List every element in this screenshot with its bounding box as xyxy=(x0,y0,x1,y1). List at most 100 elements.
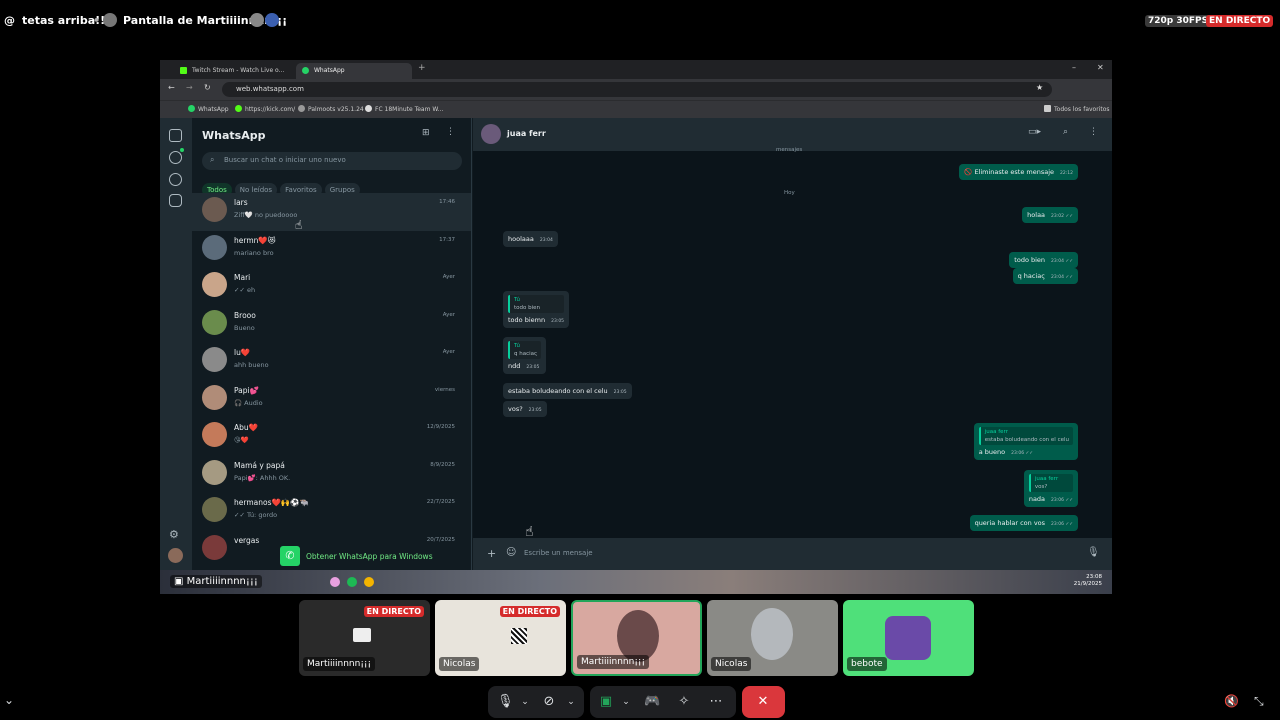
chevron-down-icon[interactable]: ⌄ xyxy=(517,694,533,710)
message-time: 23:05 xyxy=(551,319,565,324)
whatsapp-icon xyxy=(302,67,309,74)
new-tab-icon[interactable]: + xyxy=(418,63,426,73)
participant-tile[interactable]: Nicolas xyxy=(707,600,838,676)
search-input[interactable]: Buscar un chat o iniciar uno nuevo xyxy=(202,152,462,170)
page-icon xyxy=(365,105,372,112)
taskbar-app-icon[interactable] xyxy=(330,577,340,587)
outgoing-message[interactable]: queria hablar con vos 23:06 ✓✓ xyxy=(969,515,1078,531)
outgoing-message[interactable]: 🚫 Eliminaste este mensaje 22:12 xyxy=(959,164,1078,180)
message-composer: + ☺ Escribe un mensaje 🎙 xyxy=(473,538,1112,570)
quoted-message[interactable]: Tú q haciaς xyxy=(508,341,542,359)
volume-muted-icon[interactable]: 🔇 xyxy=(1224,694,1239,708)
outgoing-message[interactable]: holaa 23:02 ✓✓ xyxy=(1022,207,1078,223)
video-call-icon[interactable]: ▭▸ xyxy=(1028,127,1041,137)
chevron-down-icon[interactable]: ⌄ xyxy=(563,694,579,710)
close-window-icon[interactable]: ✕ xyxy=(1097,63,1104,72)
get-whatsapp-windows-link[interactable]: ✆ Obtener WhatsApp para Windows xyxy=(280,546,471,566)
incoming-message[interactable]: hoolaaa 23:04 xyxy=(503,231,558,247)
chrome-icon[interactable] xyxy=(364,577,374,587)
message-text: nada xyxy=(1028,495,1046,503)
participant-tile[interactable]: EN DIRECTO Martiiiinnnn¡¡¡ xyxy=(299,600,430,676)
contact-name[interactable]: juaa ferr xyxy=(507,129,546,138)
more-options-icon[interactable]: ⋯ xyxy=(708,694,724,710)
back-icon[interactable]: ← xyxy=(168,83,175,92)
bookmarks-folder[interactable]: Todos los favoritos xyxy=(1044,105,1110,113)
quoted-message[interactable]: Tú todo bien xyxy=(508,295,565,313)
browser-tab-twitch[interactable]: Twitch Stream - Watch Live o... xyxy=(174,63,294,79)
avatar xyxy=(202,197,227,222)
message-time: 23:04 xyxy=(539,238,553,243)
outgoing-message[interactable]: juaa ferr estaba boludeando con el celu a … xyxy=(973,423,1078,460)
outgoing-message[interactable]: todo bien 23:04 ✓✓ xyxy=(1009,252,1078,268)
screen-share-icon[interactable]: ▣ xyxy=(598,694,614,710)
chevron-down-icon[interactable]: ⌄ xyxy=(618,694,634,710)
chat-list-item[interactable]: Papi💕 🎧 Audio viernes xyxy=(192,381,471,419)
chat-list-item[interactable]: Mari ✓✓ eh Ayer xyxy=(192,268,471,306)
chat-list-item[interactable]: Abu❤️ 😘❤️ 12/9/2025 xyxy=(192,418,471,456)
microphone-icon[interactable]: 🎙 xyxy=(497,694,514,710)
camera-off-icon[interactable]: ⊘ xyxy=(541,694,557,710)
spotify-icon[interactable] xyxy=(347,577,357,587)
chat-list-item[interactable]: lars Ziff🤍 no puedoooo 17:46 xyxy=(192,193,471,231)
fullscreen-exit-icon[interactable]: ⤡ xyxy=(1254,694,1264,709)
bookmark-whatsapp[interactable]: WhatsApp xyxy=(188,105,229,113)
quoted-message[interactable]: juaa ferr vos? xyxy=(1028,474,1073,492)
chevron-down-icon[interactable]: ⌄ xyxy=(4,693,14,707)
chat-list-item[interactable]: hermn❤️😻 mariano bro 17:37 xyxy=(192,231,471,269)
outgoing-message[interactable]: q haciaς 23:04 ✓✓ xyxy=(1012,268,1078,284)
soundboard-icon[interactable]: ✧ xyxy=(676,694,692,710)
contact-avatar[interactable] xyxy=(481,124,501,144)
qr-code xyxy=(511,628,527,644)
new-chat-icon[interactable]: ⊞ xyxy=(422,128,430,138)
channels-icon[interactable] xyxy=(169,173,182,186)
search-icon[interactable]: ⌕ xyxy=(1063,127,1068,137)
url-field[interactable]: web.whatsapp.com xyxy=(222,82,1052,97)
participant-tile[interactable]: EN DIRECTO Nicolas xyxy=(435,600,566,676)
chat-time: 12/9/2025 xyxy=(426,424,455,430)
bookmark-fc[interactable]: FC 18Minute Team W... xyxy=(365,105,443,113)
chat-list-item[interactable]: hermanos❤️🙌⚽🐃 ✓✓ Tú: gordo 22/7/2025 xyxy=(192,493,471,531)
bookmark-kick[interactable]: https://kick.com/ xyxy=(235,105,295,113)
taskbar-clock[interactable]: 23:08 21/9/2025 xyxy=(1074,574,1102,588)
quoted-message[interactable]: juaa ferr estaba boludeando con el celu xyxy=(978,427,1073,445)
status-icon[interactable] xyxy=(169,151,182,164)
viewer-avatar[interactable] xyxy=(265,13,279,27)
attach-plus-icon[interactable]: + xyxy=(487,547,496,560)
leave-call-button[interactable]: ✕ xyxy=(742,686,785,718)
microphone-icon[interactable]: 🎙 xyxy=(1087,547,1100,558)
incoming-message[interactable]: Tú q haciaς ndd 23:05 xyxy=(503,337,547,374)
separator-dot: • xyxy=(93,14,101,27)
message-input[interactable]: Escribe un mensaje xyxy=(524,549,593,557)
chat-preview: ✓✓ eh xyxy=(234,286,256,294)
activities-gamepad-icon[interactable]: 🎮 xyxy=(644,694,660,710)
kick-icon xyxy=(235,105,242,112)
viewer-avatar[interactable] xyxy=(250,13,264,27)
browser-tab-whatsapp[interactable]: WhatsApp xyxy=(296,63,412,79)
chat-list-item[interactable]: Brooo Bueno Ayer xyxy=(192,306,471,344)
incoming-message[interactable]: estaba boludeando con el celu 23:05 xyxy=(503,383,632,399)
menu-icon[interactable]: ⋮ xyxy=(446,127,455,137)
participant-tile[interactable]: Martiiiinnnn¡¡¡ xyxy=(571,600,702,676)
reload-icon[interactable]: ↻ xyxy=(204,83,211,92)
chat-list-item[interactable]: Mamá y papá Papi💕: Ahhh OK. 8/9/2025 xyxy=(192,456,471,494)
emoji-icon[interactable]: ☺ xyxy=(506,547,516,558)
incoming-message[interactable]: vos? 23:05 xyxy=(503,401,547,417)
bookmark-palmoots[interactable]: Palmoots v25.1.24 xyxy=(298,105,364,113)
outgoing-message[interactable]: juaa ferr vos? nada 23:06 ✓✓ xyxy=(1023,470,1078,507)
chats-icon[interactable] xyxy=(169,129,182,142)
incoming-message[interactable]: Tú todo bien todo biemn 23:05 xyxy=(503,291,570,328)
bookmark-star-icon[interactable]: ★ xyxy=(1036,83,1043,92)
minimize-icon[interactable]: – xyxy=(1072,63,1076,72)
forward-icon[interactable]: → xyxy=(186,83,193,92)
chat-list-item[interactable]: lu❤️ ahh bueno Ayer xyxy=(192,343,471,381)
participant-tile[interactable]: bebote xyxy=(843,600,974,676)
settings-icon[interactable]: ⚙ xyxy=(169,528,179,541)
chat-preview: Papi💕: Ahhh OK. xyxy=(234,473,291,482)
communities-icon[interactable] xyxy=(169,194,182,207)
shared-screen[interactable]: Twitch Stream - Watch Live o... WhatsApp… xyxy=(160,60,1112,594)
message-text: todo bien xyxy=(1014,256,1046,264)
avatar xyxy=(202,234,227,260)
menu-icon[interactable]: ⋮ xyxy=(1089,127,1098,137)
chat-preview: ✓✓ Tú: gordo xyxy=(234,511,278,519)
profile-avatar[interactable] xyxy=(168,548,183,563)
